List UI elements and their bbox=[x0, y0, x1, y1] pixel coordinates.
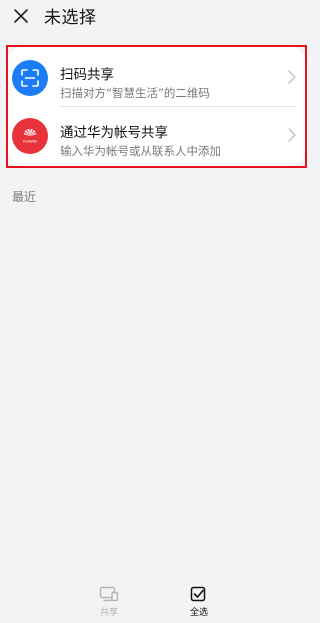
huawei-logo-icon: HUAWEI bbox=[12, 118, 48, 154]
select-all-checkbox-icon bbox=[190, 586, 206, 602]
chevron-right-icon bbox=[288, 70, 296, 84]
huawei-account-share-option[interactable]: HUAWEI 通过华为帐号共享 输入华为帐号或从联系人中添加 bbox=[8, 107, 305, 165]
bottom-toolbar: 共享 全选 bbox=[0, 580, 312, 623]
huawei-share-subtitle: 输入华为帐号或从联系人中添加 bbox=[60, 144, 221, 158]
recent-section-label: 最近 bbox=[12, 190, 37, 204]
scan-share-title: 扫码共享 bbox=[60, 67, 114, 83]
chevron-right-icon bbox=[288, 128, 296, 142]
close-icon bbox=[14, 9, 28, 23]
share-button[interactable]: 共享 bbox=[79, 586, 139, 620]
share-page: 未选择 扫码共享 扫描对方“智慧生活”的二维码 HUAWEI 通过华为帐号共享 … bbox=[0, 0, 312, 623]
scan-share-option[interactable]: 扫码共享 扫描对方“智慧生活”的二维码 bbox=[8, 49, 305, 107]
select-all-label: 全选 bbox=[189, 608, 208, 618]
svg-text:HUAWEI: HUAWEI bbox=[23, 140, 37, 144]
share-label: 共享 bbox=[99, 608, 118, 618]
select-all-button[interactable]: 全选 bbox=[169, 586, 229, 620]
header: 未选择 bbox=[0, 0, 312, 32]
close-button[interactable] bbox=[10, 5, 32, 27]
scan-share-subtitle: 扫描对方“智慧生活”的二维码 bbox=[60, 86, 210, 100]
huawei-share-title: 通过华为帐号共享 bbox=[60, 125, 168, 141]
share-device-icon bbox=[99, 586, 119, 602]
share-options-card: 扫码共享 扫描对方“智慧生活”的二维码 HUAWEI 通过华为帐号共享 输入华为… bbox=[8, 47, 305, 166]
page-title: 未选择 bbox=[44, 8, 97, 28]
scan-icon bbox=[12, 60, 48, 96]
